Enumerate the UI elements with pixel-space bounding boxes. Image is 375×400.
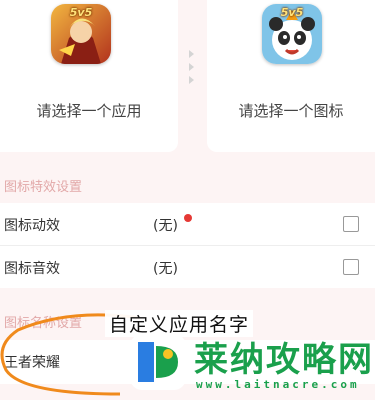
chevron-right-icon: [188, 76, 194, 84]
watermark-logo-icon: [130, 334, 186, 390]
game-app-icon[interactable]: 5v5: [51, 4, 111, 64]
watermark-url: www.laitnacre.com: [196, 378, 360, 391]
effect-row-sound[interactable]: 图标音效 (无): [0, 246, 375, 288]
badge-5v5: 5v5: [69, 6, 93, 19]
watermark-title: 莱纳攻略网: [194, 340, 374, 380]
chevron-right-icon: [188, 63, 194, 71]
effect-row-animation[interactable]: 图标动效 (无): [0, 203, 375, 245]
row-label: 图标动效: [4, 218, 60, 234]
select-app-label: 请选择一个应用: [36, 102, 142, 120]
select-icon-label: 请选择一个图标: [238, 102, 344, 120]
chevron-right-icon: [188, 50, 194, 58]
row-value: (无): [153, 261, 178, 277]
row-value: (无): [153, 218, 178, 234]
badge-5v5: 5v5: [280, 6, 304, 19]
animation-checkbox[interactable]: [343, 216, 359, 232]
row-label: 图标音效: [4, 261, 60, 277]
effects-section-title: 图标特效设置: [4, 180, 83, 195]
site-watermark: 莱纳攻略网 www.laitnacre.com: [128, 330, 375, 400]
name-section-title: 图标名称设置: [4, 316, 83, 331]
game-icon-panda[interactable]: 5v5: [262, 4, 322, 64]
chevron-right-icon: [184, 50, 198, 84]
icon-select-card[interactable]: 5v5 请选择一个图标: [207, 0, 375, 152]
notification-dot: [184, 214, 192, 222]
sound-checkbox[interactable]: [343, 259, 359, 275]
app-select-card[interactable]: 5v5 请选择一个应用: [0, 0, 178, 152]
